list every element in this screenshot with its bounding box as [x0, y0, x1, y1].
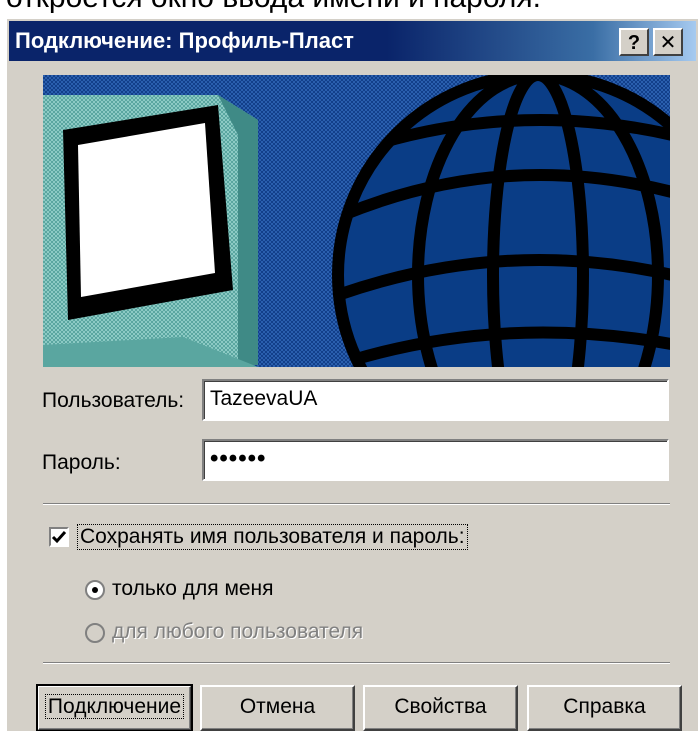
password-label: Пароль:: [42, 451, 121, 474]
monitor-globe-icon: [43, 75, 670, 367]
user-label: Пользователь:: [42, 389, 185, 412]
properties-button[interactable]: Свойства: [363, 685, 518, 731]
connect-dialog: Подключение: Профиль-Пласт ? ✕ Пользоват…: [5, 17, 698, 731]
save-credentials-checkbox[interactable]: [49, 527, 69, 547]
radio-selected-dot: [92, 587, 98, 593]
radio-only-me-label[interactable]: только для меня: [112, 577, 274, 601]
password-input[interactable]: ••••••: [202, 439, 669, 481]
radio-any-user-label: для любого пользователя: [112, 620, 364, 643]
connect-button[interactable]: Подключение: [36, 684, 193, 731]
radio-only-me[interactable]: [85, 580, 105, 600]
separator-2: [43, 662, 670, 664]
separator-1: [43, 503, 670, 505]
banner-image: [43, 75, 670, 367]
close-button[interactable]: ✕: [653, 28, 683, 56]
user-input[interactable]: TazeevaUA: [202, 379, 669, 421]
help-button[interactable]: Справка: [527, 685, 682, 731]
title-bar: Подключение: Профиль-Пласт ? ✕: [9, 21, 696, 61]
help-title-button[interactable]: ?: [619, 28, 649, 56]
cancel-button[interactable]: Отмена: [200, 685, 355, 731]
checkmark-icon: [51, 531, 67, 544]
page-caption: откроется окно ввода имени и пароля.: [0, 0, 698, 18]
connect-button-label: Подключение: [44, 694, 185, 719]
window-title: Подключение: Профиль-Пласт: [15, 28, 354, 53]
radio-any-user: [85, 623, 105, 643]
save-credentials-label[interactable]: Сохранять имя пользователя и пароль:: [77, 524, 468, 550]
